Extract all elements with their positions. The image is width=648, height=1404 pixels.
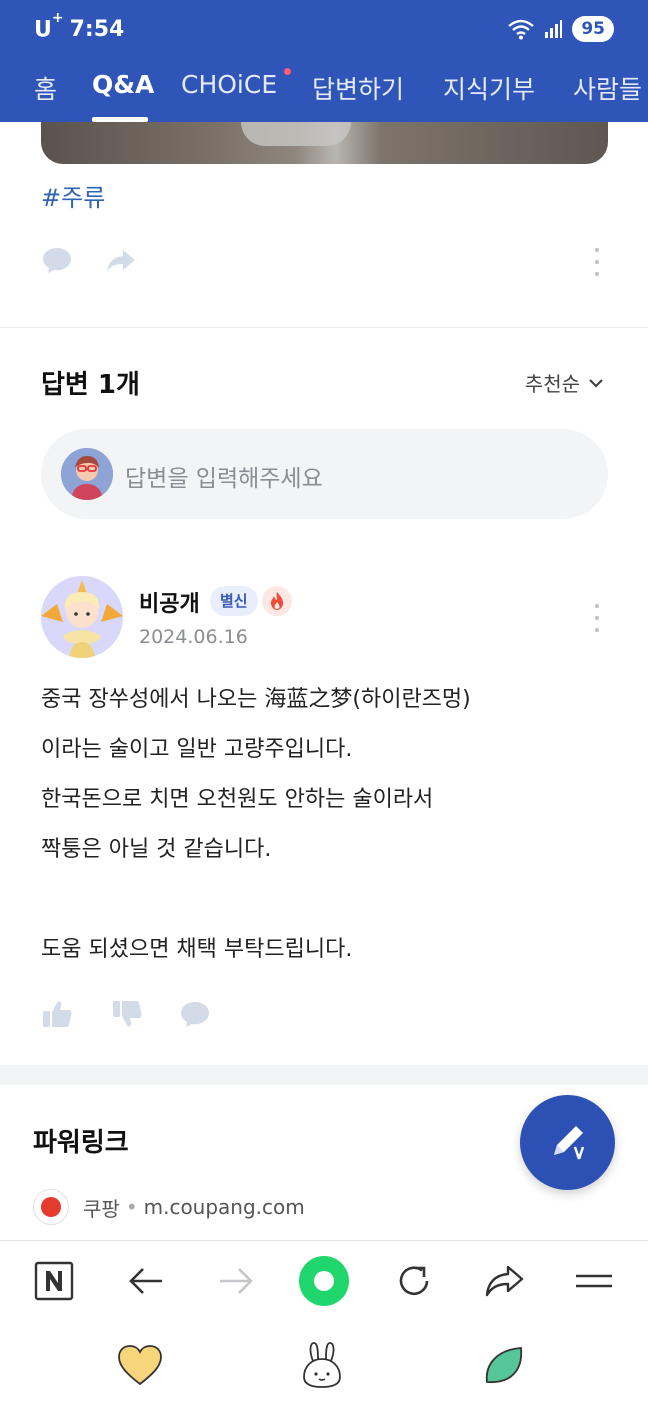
heart-icon [118, 1345, 162, 1386]
ad-domain[interactable]: m.coupang.com [144, 1195, 305, 1219]
fire-badge-icon [262, 586, 292, 616]
tab-home[interactable]: 홈 [34, 70, 57, 106]
answer-input-placeholder: 답변을 입력해주세요 [125, 466, 323, 492]
answers-count-title: 답변 1개 [41, 370, 140, 400]
tab-qna[interactable]: Q&A [92, 70, 154, 99]
shortcut-rabbit[interactable] [298, 1341, 346, 1389]
chevron-down-icon [589, 378, 603, 388]
shortcut-leaf[interactable] [480, 1341, 528, 1389]
answer-input-field[interactable]: 답변을 입력해주세요 [41, 429, 608, 519]
ad-advertiser-name[interactable]: 쿠팡 [83, 1193, 120, 1222]
avatar[interactable] [41, 576, 123, 658]
refresh-icon [399, 1266, 429, 1296]
ad-separator: • [125, 1195, 138, 1219]
carrier-time: U+ 7:54 [34, 10, 125, 43]
thumbs-up-icon[interactable] [41, 998, 73, 1030]
answer-date: 2024.06.16 [139, 626, 248, 648]
thumbs-down-icon[interactable] [111, 998, 143, 1030]
forward-button[interactable] [214, 1259, 258, 1303]
top-tabs: 홈 Q&A CHOiCE 답변하기 지식기부 사람들 [0, 64, 648, 122]
clock: 7:54 [69, 17, 125, 43]
carrier-label: U [34, 17, 52, 43]
answer-line: 도움 되셨으면 채택 부탁드립니다. [41, 937, 353, 962]
wifi-icon [508, 19, 535, 40]
carrier-plus: + [51, 10, 64, 26]
section-divider [0, 327, 648, 328]
more-icon[interactable] [593, 248, 601, 276]
new-indicator-dot [284, 68, 291, 75]
naver-home-button[interactable] [32, 1259, 76, 1303]
menu-button[interactable] [572, 1259, 616, 1303]
signal-icon [545, 20, 563, 38]
refresh-button[interactable] [392, 1259, 436, 1303]
forward-arrow-icon [220, 1268, 253, 1294]
answer-line: 짝퉁은 아닐 것 같습니다. [41, 837, 272, 862]
answer-line [41, 882, 608, 932]
answer-actions [41, 998, 241, 1032]
answer-line: 한국돈으로 치면 오천원도 안하는 술이라서 [41, 787, 434, 812]
sort-dropdown[interactable]: 추천순 [525, 368, 604, 397]
answer-line: 중국 장쑤성에서 나오는 海蓝之梦(하이란즈멍) [41, 687, 471, 712]
answer-line: 이라는 술이고 일반 고량주입니다. [41, 737, 353, 762]
share-button[interactable] [482, 1259, 526, 1303]
status-bar: U+ 7:54 95 [0, 0, 648, 60]
question-photo[interactable] [41, 122, 608, 164]
green-dot-button-icon [299, 1256, 349, 1306]
write-answer-button[interactable] [520, 1095, 615, 1190]
write-answer-icon [554, 1126, 585, 1160]
tab-people[interactable]: 사람들 [573, 70, 642, 106]
rank-badge: 별신 [210, 586, 258, 616]
comment-icon[interactable] [179, 998, 211, 1030]
my-avatar [61, 448, 113, 500]
more-icon[interactable] [593, 604, 601, 632]
naver-home-icon [34, 1261, 74, 1301]
tab-choice[interactable]: CHOiCE [181, 70, 277, 99]
browser-bottom-bar [0, 1240, 648, 1404]
tab-answer[interactable]: 답변하기 [312, 70, 404, 106]
author-name[interactable]: 비공개 [139, 586, 200, 618]
battery-icon: 95 [572, 16, 614, 42]
coupang-logo-icon [33, 1189, 69, 1225]
green-dot-button[interactable] [296, 1253, 352, 1309]
comment-icon[interactable] [41, 244, 73, 276]
menu-icon [576, 1274, 612, 1288]
share-icon[interactable] [105, 244, 137, 276]
ad-item[interactable]: 쿠팡 • m.coupang.com [33, 1188, 305, 1226]
app-header: U+ 7:54 95 홈 Q&A CHOiCE 답변하기 지식기부 사람들 [0, 0, 648, 122]
back-button[interactable] [124, 1259, 168, 1303]
section-separator [0, 1065, 648, 1085]
question-hashtag[interactable]: #주류 [41, 178, 105, 213]
status-icons: 95 [508, 16, 614, 42]
tab-knowledge-donation[interactable]: 지식기부 [443, 70, 535, 106]
answer-body: 중국 장쑤성에서 나오는 海蓝之梦(하이란즈멍) 이라는 술이고 일반 고량주입… [41, 682, 608, 982]
share-icon [485, 1265, 524, 1297]
rabbit-icon [303, 1342, 341, 1388]
leaf-icon [485, 1347, 523, 1383]
shortcut-favorites[interactable] [116, 1341, 164, 1389]
question-actions [41, 244, 608, 278]
power-link-title: 파워링크 [33, 1128, 129, 1158]
sort-label: 추천순 [524, 372, 580, 396]
back-arrow-icon [129, 1268, 162, 1294]
